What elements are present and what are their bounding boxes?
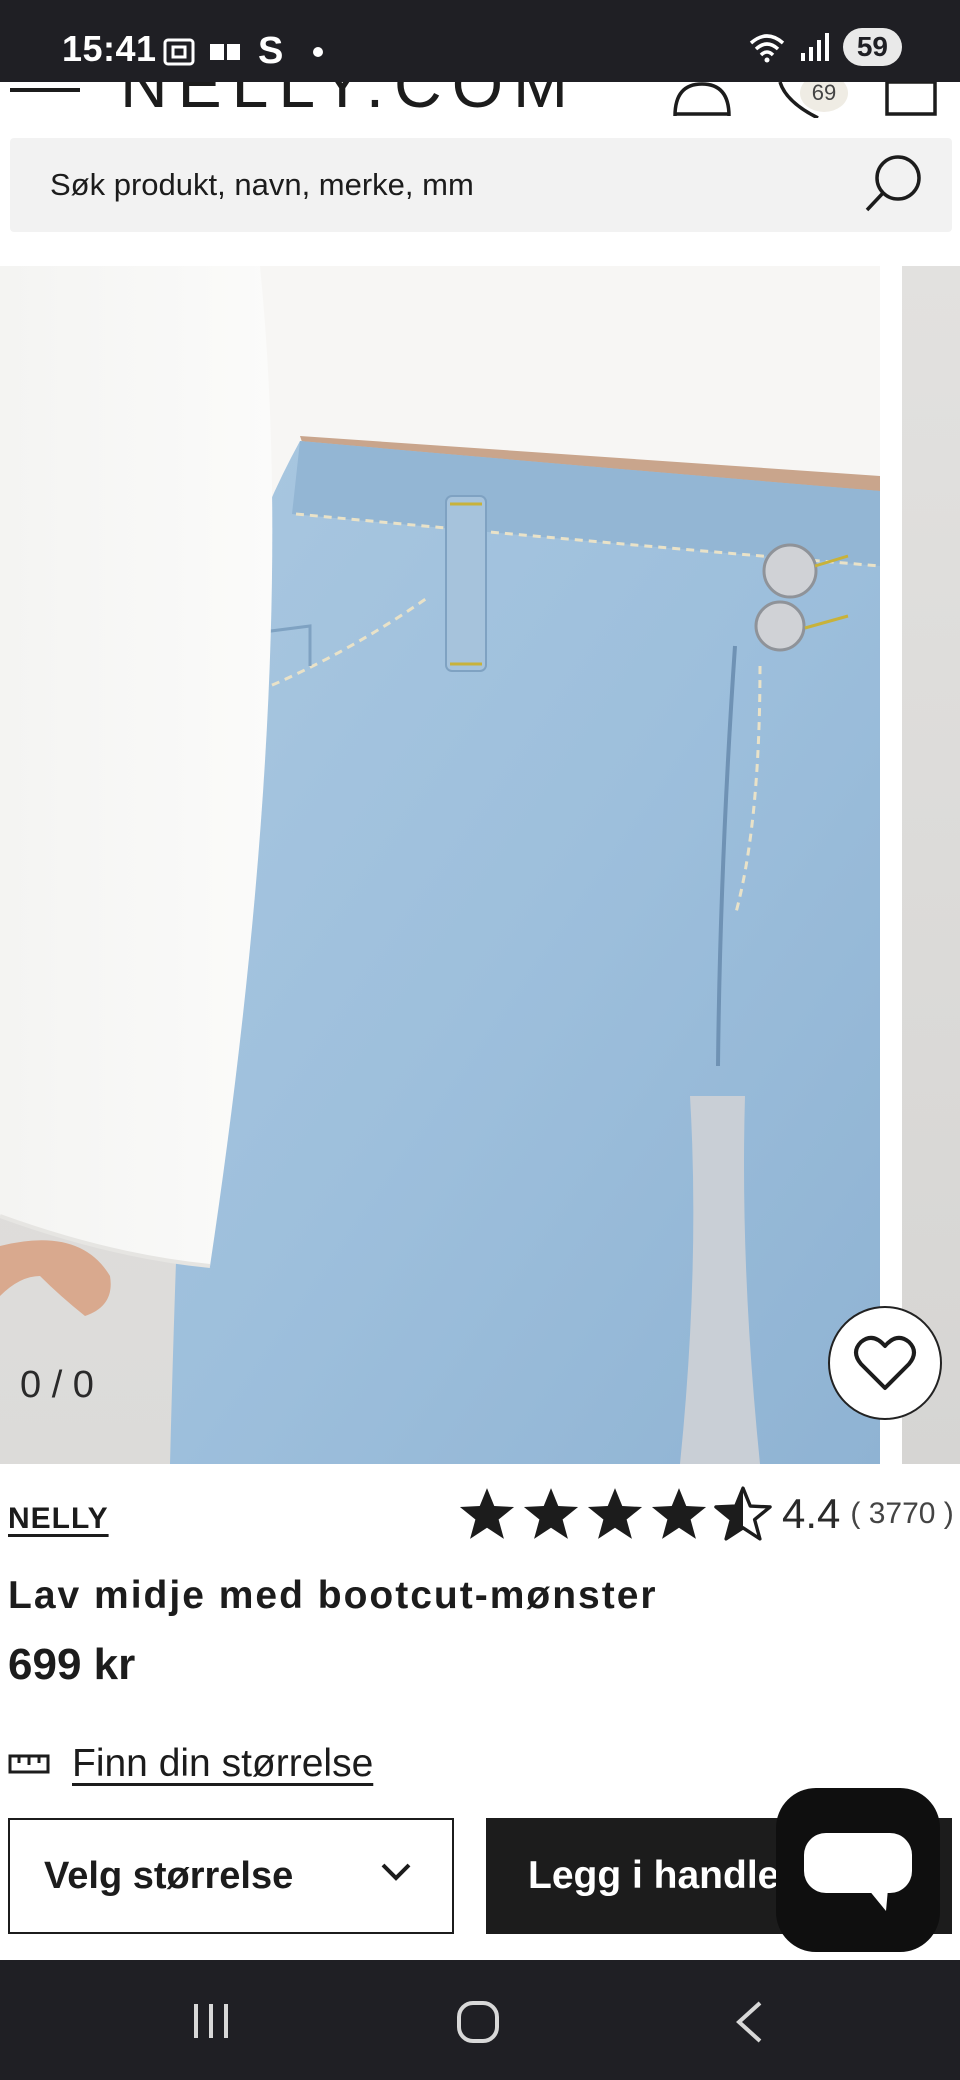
status-time: 15:41 — [62, 28, 157, 69]
status-notification-icons: S — [162, 30, 324, 73]
product-rating[interactable]: 4.4 ( 3770 ) — [458, 1486, 954, 1542]
home-icon[interactable] — [456, 2000, 500, 2044]
star-half-icon — [714, 1486, 772, 1541]
search-input[interactable] — [50, 138, 830, 232]
search-bar — [10, 138, 952, 232]
next-product-image-peek[interactable] — [902, 266, 960, 1464]
chevron-down-icon — [381, 1863, 411, 1881]
ruler-icon — [8, 1754, 50, 1774]
add-to-wishlist-button[interactable] — [828, 1306, 942, 1420]
review-count: ( 3770 ) — [850, 1497, 954, 1530]
star-full-icon — [523, 1488, 579, 1539]
screenshot-icon — [163, 38, 195, 65]
star-full-icon — [587, 1488, 643, 1539]
hamburger-icon[interactable] — [10, 88, 80, 118]
wifi-icon — [749, 34, 784, 63]
star-full-icon — [651, 1488, 707, 1539]
message-icon — [210, 43, 240, 60]
battery-indicator: 59 — [842, 28, 902, 66]
signal-icon — [800, 33, 829, 61]
heart-icon — [854, 1335, 916, 1390]
user-icon[interactable] — [672, 82, 732, 116]
more-notifications-dot — [313, 46, 324, 57]
status-system-icons: 59 — [747, 28, 902, 66]
size-select-label: Velg størrelse — [44, 1854, 294, 1897]
rating-stars — [458, 1486, 772, 1542]
chat-icon — [804, 1833, 912, 1911]
product-photo-illustration — [0, 266, 880, 1464]
image-counter: 0 / 0 — [20, 1364, 94, 1406]
product-gallery[interactable]: 0 / 0 — [0, 266, 960, 1464]
search-icon[interactable] — [862, 152, 926, 216]
bag-icon[interactable] — [884, 82, 938, 116]
system-navigation-bar — [0, 1960, 960, 2080]
site-logo[interactable]: NELLY.COM — [120, 82, 578, 122]
product-price: 699 kr — [8, 1640, 136, 1689]
recent-apps-icon[interactable] — [190, 2002, 232, 2040]
brand-link[interactable]: NELLY — [8, 1502, 109, 1536]
size-guide-link[interactable]: Finn din størrelse — [72, 1742, 373, 1786]
site-header: NELLY.COM 69 — [0, 82, 960, 134]
carrier-icon: S — [258, 30, 284, 72]
back-icon[interactable] — [734, 2000, 764, 2044]
product-image[interactable] — [0, 266, 880, 1464]
rating-value: 4.4 — [782, 1490, 841, 1537]
size-select[interactable]: Velg størrelse — [8, 1818, 454, 1934]
chat-button[interactable] — [776, 1788, 940, 1952]
star-full-icon — [459, 1488, 515, 1539]
size-guide[interactable]: Finn din størrelse — [8, 1742, 373, 1786]
product-title: Lav midje med bootcut-mønster — [8, 1574, 658, 1617]
status-bar: 15:41 S 59 — [0, 0, 960, 82]
